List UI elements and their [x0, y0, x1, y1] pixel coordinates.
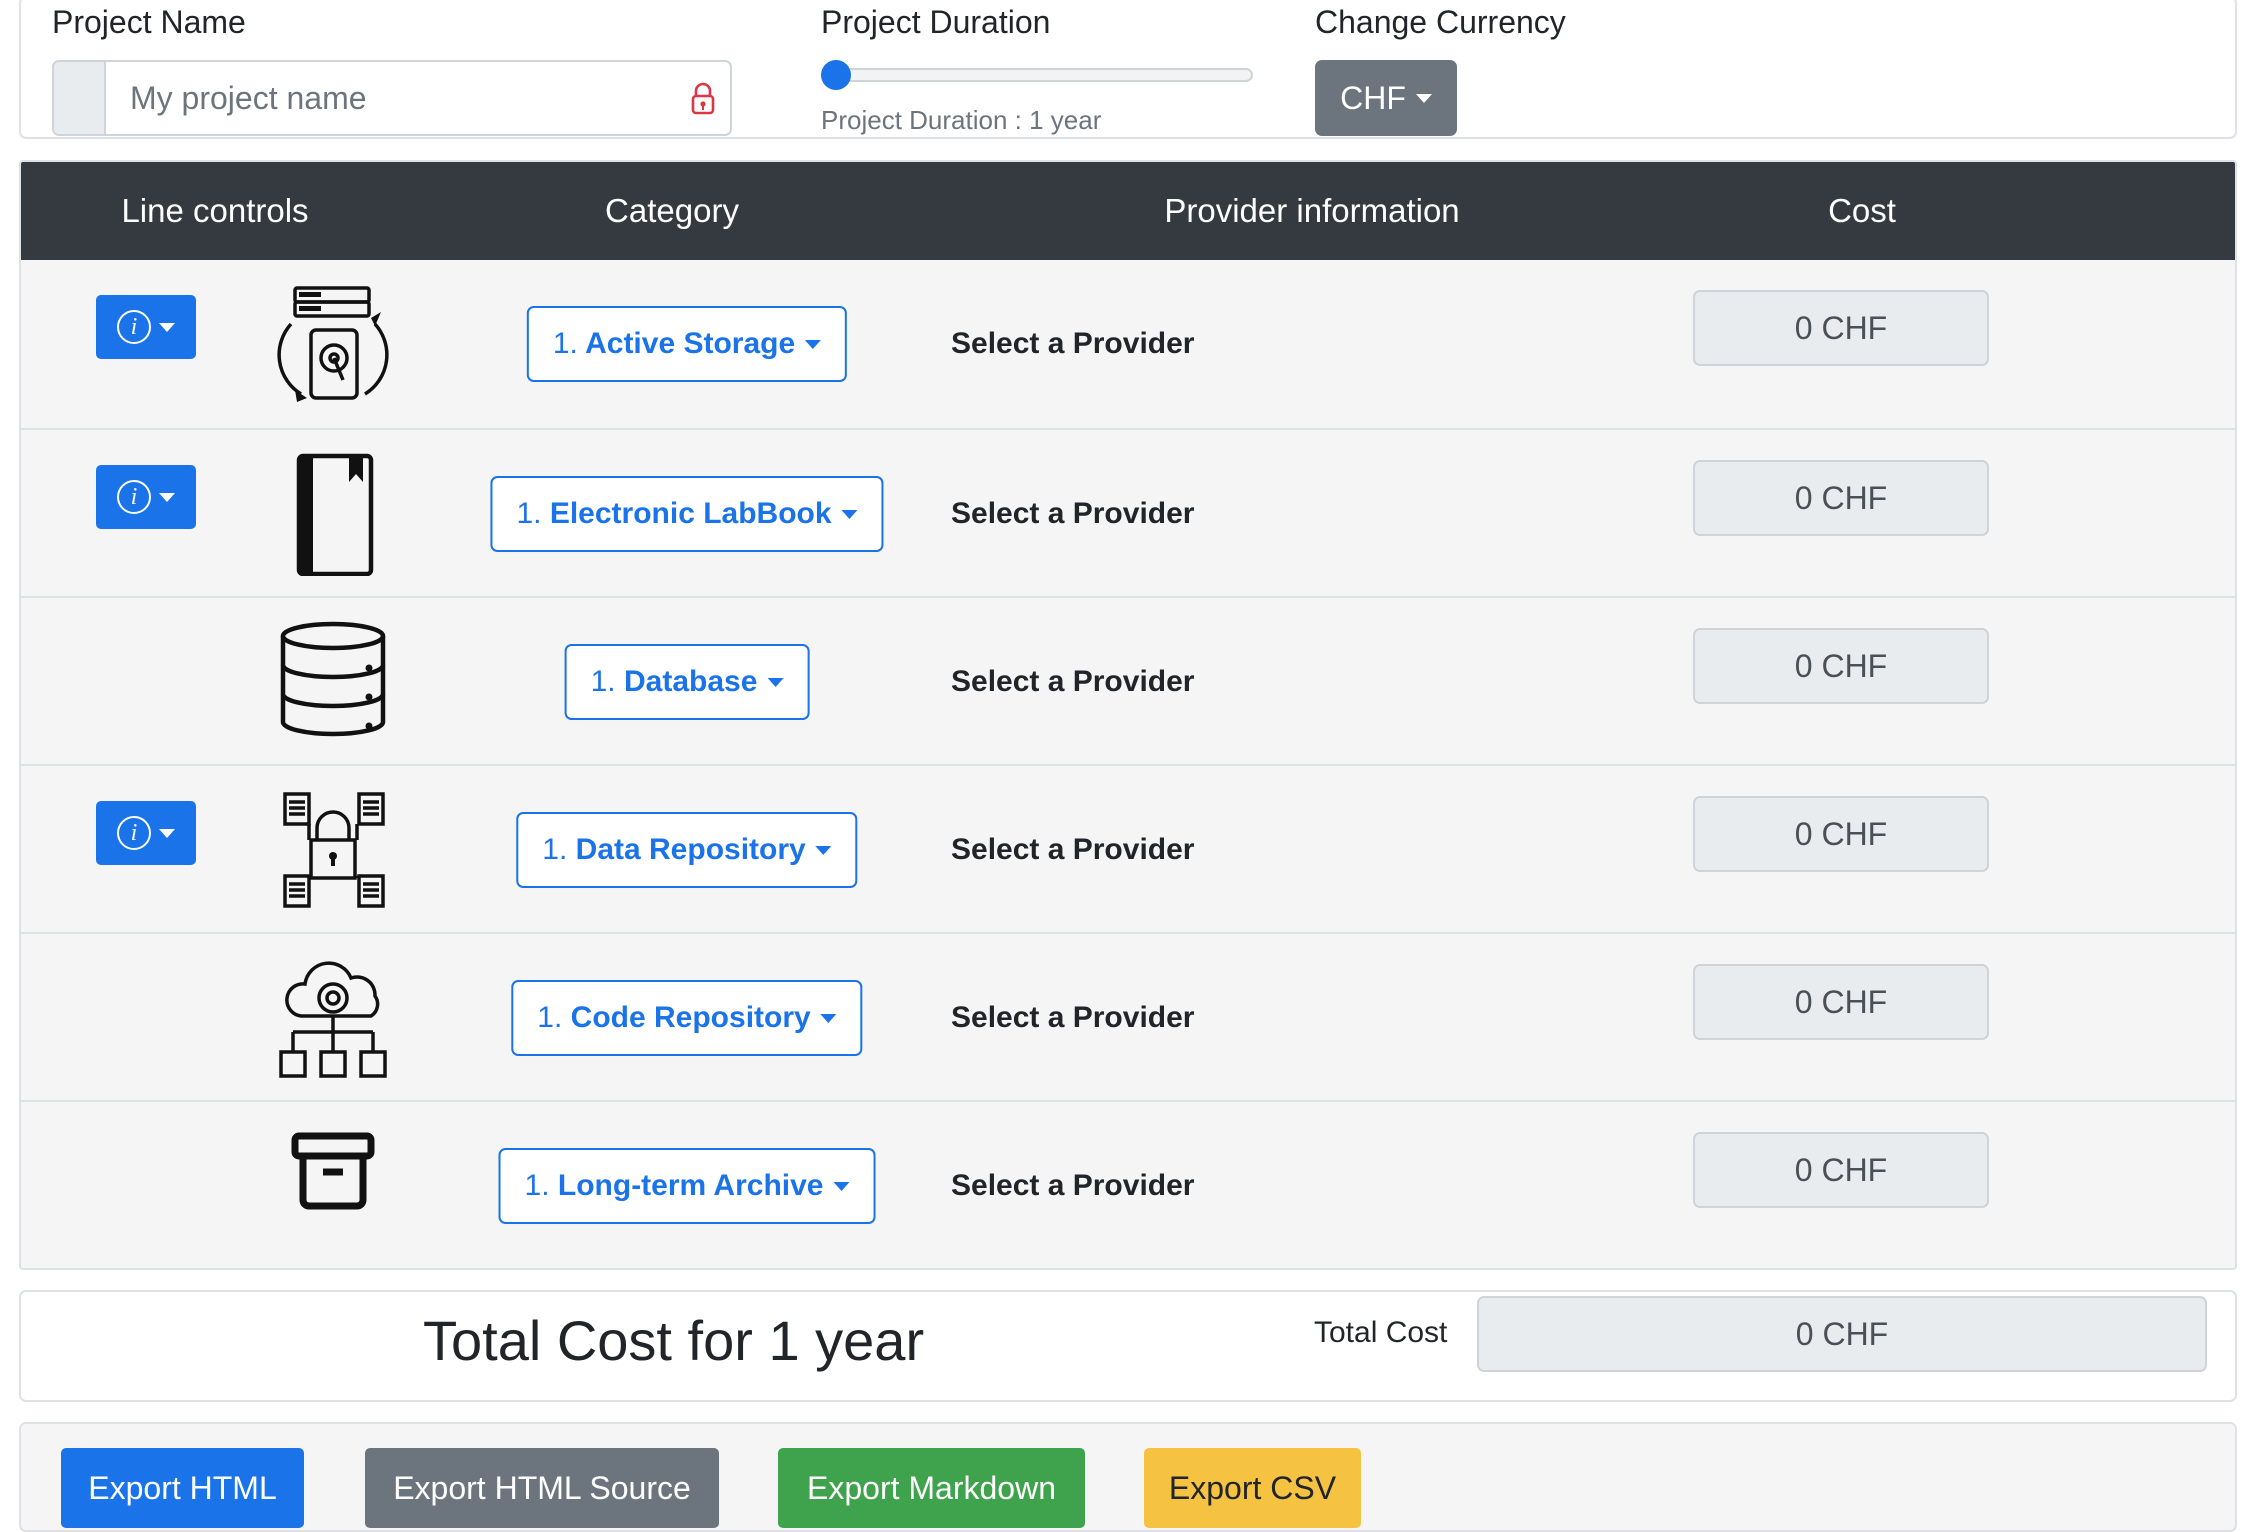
table-row-database: 1. Database Select a Provider 0 CHF	[21, 596, 2235, 764]
cost-output: 0 CHF	[1693, 628, 1989, 704]
cost-output: 0 CHF	[1693, 796, 1989, 872]
category-name: Active Storage	[585, 327, 796, 360]
project-name-addon	[54, 62, 106, 134]
category-name: Data Repository	[575, 833, 806, 866]
chevron-down-icon	[815, 845, 832, 855]
category-name: Code Repository	[570, 1001, 811, 1034]
total-cost-title: Total Cost for 1 year	[423, 1309, 925, 1372]
duration-slider-track[interactable]	[821, 68, 1253, 82]
code-repository-icon	[279, 961, 387, 1078]
table-header: Line controls Category Provider informat…	[21, 162, 2235, 260]
total-cost-output: 0 CHF	[1477, 1296, 2207, 1372]
project-name-label: Project Name	[52, 4, 246, 40]
info-icon: i	[117, 310, 151, 344]
database-icon	[280, 621, 386, 737]
category-number: 1.	[537, 1001, 563, 1034]
category-dropdown-button[interactable]: 1. Active Storage	[526, 306, 848, 382]
header-provider-information: Provider information	[1164, 192, 1460, 229]
header-cost: Cost	[1828, 192, 1896, 229]
chevron-down-icon	[159, 828, 175, 838]
provider-info: Select a Provider	[951, 1001, 1195, 1034]
provider-info: Select a Provider	[951, 327, 1195, 360]
chevron-down-icon	[159, 322, 175, 332]
provider-info: Select a Provider	[951, 665, 1195, 698]
currency-dropdown-button[interactable]: CHF	[1315, 60, 1457, 136]
category-number: 1.	[516, 497, 542, 530]
cost-output: 0 CHF	[1693, 290, 1989, 366]
cost-output: 0 CHF	[1693, 964, 1989, 1040]
project-name-group	[52, 60, 732, 136]
cost-output: 0 CHF	[1693, 460, 1989, 536]
export-markdown-button[interactable]: Export Markdown	[778, 1448, 1085, 1528]
export-card: Export HTML Export HTML Source Export Ma…	[19, 1422, 2237, 1532]
export-html-button[interactable]: Export HTML	[61, 1448, 304, 1528]
header-category: Category	[605, 192, 739, 229]
category-name: Long-term Archive	[557, 1169, 824, 1202]
category-name: Electronic LabBook	[549, 497, 832, 530]
chevron-down-icon	[1415, 93, 1432, 103]
currency-label: Change Currency	[1315, 4, 1566, 40]
archive-icon	[291, 1132, 375, 1210]
category-dropdown-button[interactable]: 1. Electronic LabBook	[490, 476, 884, 552]
category-dropdown-button[interactable]: 1. Code Repository	[511, 980, 863, 1056]
duration-note: Project Duration : 1 year	[821, 105, 1102, 135]
provider-info: Select a Provider	[951, 833, 1195, 866]
provider-info: Select a Provider	[951, 1169, 1195, 1202]
category-name: Database	[623, 665, 758, 698]
currency-value: CHF	[1340, 79, 1406, 116]
category-number: 1.	[524, 1169, 550, 1202]
duration-slider-thumb[interactable]	[821, 60, 851, 90]
header-line-controls: Line controls	[121, 192, 309, 229]
table-row-electronic-labbook: i 1. Electronic LabBook Select a Provide…	[21, 428, 2235, 596]
total-cost-label: Total Cost	[1314, 1316, 1448, 1349]
category-dropdown-button[interactable]: 1. Long-term Archive	[498, 1148, 876, 1224]
chevron-down-icon	[841, 509, 858, 519]
table-row-code-repository: 1. Code Repository Select a Provider 0 C…	[21, 932, 2235, 1100]
project-duration-label: Project Duration	[821, 4, 1051, 40]
chevron-down-icon	[159, 492, 175, 502]
info-icon: i	[117, 480, 151, 514]
data-repository-icon	[283, 792, 385, 908]
cost-output: 0 CHF	[1693, 1132, 1989, 1208]
export-html-source-button[interactable]: Export HTML Source	[365, 1448, 719, 1528]
table-row-long-term-archive: 1. Long-term Archive Select a Provider 0…	[21, 1100, 2235, 1268]
category-number: 1.	[542, 833, 568, 866]
labbook-icon	[296, 453, 374, 576]
category-dropdown-button[interactable]: 1. Database	[564, 644, 810, 720]
project-settings-card: Project Name Project Duration Project Du…	[19, 0, 2237, 139]
project-name-input[interactable]	[106, 62, 724, 134]
category-dropdown-button[interactable]: 1. Data Repository	[516, 812, 858, 888]
table-row-active-storage: i 1. Active Storage Select a Provider 0 …	[21, 260, 2235, 428]
info-dropdown-button[interactable]: i	[96, 295, 196, 359]
storage-icon	[277, 286, 389, 402]
table-row-data-repository: i 1. Data Repository Select a Provider 0…	[21, 764, 2235, 932]
export-csv-button[interactable]: Export CSV	[1144, 1448, 1361, 1528]
chevron-down-icon	[820, 1013, 837, 1023]
chevron-down-icon	[833, 1181, 850, 1191]
chevron-down-icon	[767, 677, 784, 687]
total-cost-card: Total Cost for 1 year Total Cost 0 CHF	[19, 1290, 2237, 1402]
category-number: 1.	[590, 665, 616, 698]
provider-info: Select a Provider	[951, 497, 1195, 530]
services-table: Line controls Category Provider informat…	[19, 160, 2237, 1270]
category-number: 1.	[552, 327, 578, 360]
info-icon: i	[117, 816, 151, 850]
info-dropdown-button[interactable]: i	[96, 801, 196, 865]
unlock-icon	[691, 82, 715, 115]
info-dropdown-button[interactable]: i	[96, 465, 196, 529]
chevron-down-icon	[805, 339, 822, 349]
